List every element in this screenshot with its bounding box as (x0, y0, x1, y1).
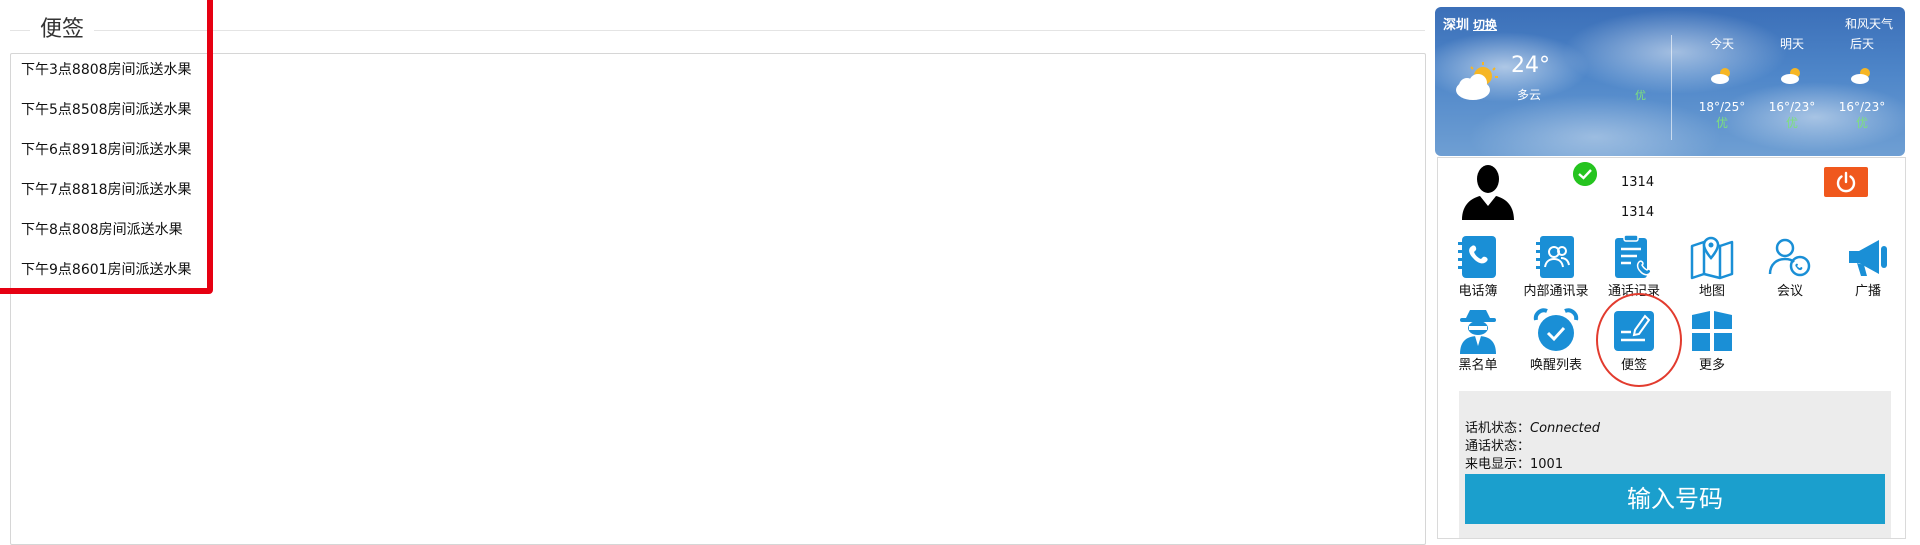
note-item[interactable]: 下午3点8808房间派送水果 (10, 53, 210, 93)
call-log-icon (1615, 234, 1652, 278)
notes-divider (10, 30, 1425, 31)
tile-blacklist[interactable]: 黑名单 (1440, 308, 1516, 373)
tile-label: 便签 (1620, 358, 1647, 373)
forecast-day: 明天 16°/23° 优 (1757, 35, 1827, 131)
weather-desc: 多云 (1517, 88, 1542, 102)
tile-label: 内部通讯录 (1523, 284, 1589, 299)
partly-cloudy-icon (1851, 68, 1870, 84)
partly-cloudy-icon (1456, 62, 1498, 100)
note-item[interactable]: 下午8点808房间派送水果 (10, 213, 210, 253)
tile-wakeup-list[interactable]: 唤醒列表 (1518, 308, 1594, 373)
weather-temp: 24° (1511, 53, 1550, 78)
forecast-label: 今天 (1709, 37, 1734, 51)
weather-brand: 和风天气 (1844, 17, 1893, 31)
tile-label: 广播 (1854, 284, 1881, 299)
weather-switch-link[interactable]: 切换 (1473, 18, 1497, 32)
forecast-range: 16°/23° (1838, 100, 1886, 114)
note-icon (1614, 311, 1654, 351)
tile-contacts[interactable]: 内部通讯录 (1518, 234, 1594, 299)
tile-label: 电话簿 (1458, 284, 1498, 299)
tile-meeting[interactable]: 会议 (1752, 234, 1828, 299)
user-extension: 1314 (1621, 175, 1655, 190)
enter-number-button[interactable]: 输入号码 (1465, 474, 1885, 524)
user-name: 1314 (1621, 205, 1655, 220)
forecast-day: 后天 16°/23° 优 (1827, 35, 1897, 131)
map-icon (1690, 236, 1734, 280)
phone-status-panel: 话机状态：Connected 通话状态： 来电显示：1001 输入号码 (1459, 391, 1891, 538)
avatar-icon (1462, 165, 1514, 220)
tile-label: 黑名单 (1458, 358, 1498, 373)
notes-title: 便签 (30, 14, 95, 46)
meeting-icon (1768, 238, 1811, 277)
logout-button[interactable] (1824, 167, 1868, 197)
notes-panel (10, 53, 1426, 545)
weather-forecast: 今天 18°/25° 优 明天 16°/23° 优 后天 16°/23° 优 (1687, 35, 1897, 131)
blacklist-icon (1460, 310, 1496, 354)
forecast-aq: 优 (1715, 116, 1728, 130)
alarm-icon (1533, 308, 1579, 351)
forecast-range: 18°/25° (1698, 100, 1746, 114)
forecast-label: 明天 (1779, 37, 1804, 51)
weather-city: 深圳 (1443, 18, 1470, 33)
phonebook-icon (1458, 236, 1496, 278)
tile-call-log[interactable]: 通话记录 (1596, 234, 1672, 299)
note-item[interactable]: 下午7点8818房间派送水果 (10, 173, 210, 213)
call-status: 通话状态： (1465, 439, 1531, 454)
forecast-aq: 优 (1855, 116, 1868, 130)
megaphone-icon (1849, 240, 1887, 276)
tile-label: 地图 (1698, 284, 1725, 299)
forecast-range: 16°/23° (1768, 100, 1816, 114)
weather-widget: 深圳 切换 和风天气 24° 多云 优 今天 18°/25° 优 明天 16°/2… (1435, 7, 1905, 156)
more-icon (1692, 311, 1732, 351)
tile-broadcast[interactable]: 广播 (1830, 234, 1906, 299)
tile-more[interactable]: 更多 (1674, 308, 1750, 373)
note-item[interactable]: 下午9点8601房间派送水果 (10, 253, 210, 293)
tile-notes[interactable]: 便签 (1596, 308, 1672, 373)
forecast-day: 今天 18°/25° 优 (1687, 35, 1757, 131)
tile-label: 会议 (1776, 284, 1803, 299)
tile-map[interactable]: 地图 (1674, 234, 1750, 299)
weather-divider (1671, 35, 1672, 140)
power-icon (1836, 171, 1856, 193)
partly-cloudy-icon (1711, 68, 1730, 84)
online-status-icon (1573, 162, 1597, 186)
weather-air-quality: 优 (1635, 89, 1646, 102)
tile-label: 更多 (1698, 358, 1725, 373)
note-item[interactable]: 下午5点8508房间派送水果 (10, 93, 210, 133)
tile-label: 唤醒列表 (1529, 358, 1582, 373)
weather-location: 深圳 切换 (1443, 14, 1497, 33)
caller-id: 来电显示：1001 (1465, 457, 1564, 472)
forecast-label: 后天 (1849, 37, 1874, 51)
function-card: 1314 1314 电话簿 内部通讯录 通话记录 地图 会议 广播 黑名单 唤醒… (1437, 157, 1906, 539)
tile-phonebook[interactable]: 电话簿 (1440, 234, 1516, 299)
note-item[interactable]: 下午6点8918房间派送水果 (10, 133, 210, 173)
tile-label: 通话记录 (1607, 284, 1660, 299)
contacts-icon (1536, 236, 1574, 278)
forecast-aq: 优 (1785, 116, 1798, 130)
partly-cloudy-icon (1781, 68, 1800, 84)
phone-status: 话机状态：Connected (1465, 421, 1601, 436)
notes-list: 下午3点8808房间派送水果 下午5点8508房间派送水果 下午6点8918房间… (10, 53, 210, 293)
